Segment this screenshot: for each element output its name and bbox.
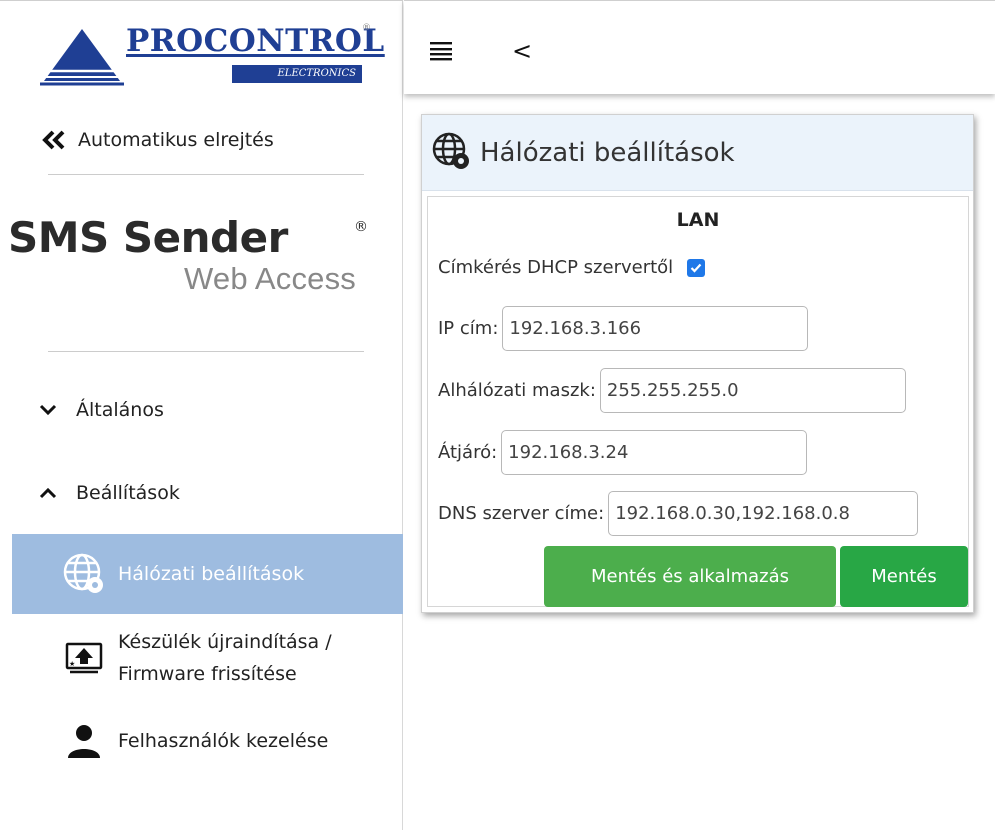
- sidebar-item-label: Hálózati beállítások: [118, 563, 305, 585]
- dns-row: DNS szerver címe:: [438, 491, 919, 536]
- card-title: Hálózati beállítások: [480, 137, 735, 168]
- nav-group-settings[interactable]: Beállítások: [36, 482, 180, 504]
- nav-group-label: Beállítások: [76, 482, 180, 504]
- sidebar-item-label: Készülék újraindítása /: [118, 631, 332, 653]
- lan-form: LAN Címkérés DHCP szervertől IP cím: Alh…: [427, 196, 969, 607]
- sidebar: PROCONTROL ® ELECTRONICS Automatikus elr…: [0, 0, 403, 830]
- save-button[interactable]: Mentés: [840, 546, 968, 607]
- sidebar-item-device-restart[interactable]: ★ Készülék újraindítása / Firmware friss…: [12, 625, 403, 691]
- network-settings-card: Hálózati beállítások LAN Címkérés DHCP s…: [421, 114, 974, 613]
- gateway-row: Átjáró:: [438, 430, 808, 475]
- sidebar-item-text: Készülék újraindítása / Firmware frissít…: [118, 626, 332, 690]
- product-title: SMS Sender: [8, 213, 288, 262]
- mask-label: Alhálózati maszk:: [438, 380, 596, 401]
- svg-text:★: ★: [69, 660, 75, 668]
- globe-gear-icon: [432, 132, 470, 174]
- section-title: LAN: [676, 209, 720, 231]
- ip-label: IP cím:: [438, 318, 499, 339]
- divider: [48, 174, 364, 175]
- user-icon: [60, 717, 108, 765]
- mask-row: Alhálózati maszk:: [438, 368, 906, 413]
- topbar: <: [404, 0, 995, 94]
- monitor-upload-icon: ★: [60, 634, 108, 682]
- chevron-left-icon[interactable]: <: [512, 37, 532, 65]
- sidebar-item-label: Firmware frissítése: [118, 663, 297, 685]
- gateway-input[interactable]: [501, 430, 808, 475]
- gateway-label: Átjáró:: [438, 442, 498, 463]
- nav-group-label: Általános: [76, 399, 164, 421]
- subnet-mask-input[interactable]: [599, 368, 906, 413]
- divider: [48, 351, 364, 352]
- ip-row: IP cím:: [438, 306, 809, 351]
- hamburger-icon[interactable]: [430, 41, 452, 65]
- card-header: Hálózati beállítások: [422, 115, 973, 191]
- globe-gear-icon: [60, 550, 108, 598]
- dhcp-label: Címkérés DHCP szervertől: [438, 257, 674, 278]
- nav-group-general[interactable]: Általános: [36, 399, 164, 421]
- brand-subtitle: ELECTRONICS: [232, 65, 362, 83]
- sidebar-item-user-management[interactable]: Felhasználók kezelése: [12, 714, 403, 768]
- sms-sender-logo: SMS Sender ® Web Access: [8, 213, 398, 303]
- autohide-label: Automatikus elrejtés: [78, 129, 274, 151]
- product-registered-mark: ®: [354, 219, 368, 235]
- logo-triangle-icon: [40, 29, 124, 86]
- procontrol-logo: PROCONTROL ® ELECTRONICS: [40, 23, 384, 93]
- autohide-toggle[interactable]: Automatikus elrejtés: [42, 129, 274, 151]
- product-subtitle: Web Access: [184, 261, 357, 296]
- chevron-down-icon: [36, 404, 60, 416]
- save-and-apply-button[interactable]: Mentés és alkalmazás: [544, 546, 836, 607]
- chevron-up-icon: [36, 487, 60, 499]
- sidebar-item-network-settings[interactable]: Hálózati beállítások: [12, 534, 403, 614]
- dns-label: DNS szerver címe:: [438, 503, 605, 524]
- sidebar-item-label: Felhasználók kezelése: [118, 730, 329, 752]
- dhcp-checkbox[interactable]: [687, 258, 706, 277]
- ip-address-input[interactable]: [502, 306, 809, 351]
- double-chevron-left-icon: [42, 130, 65, 150]
- checkmark-icon: [690, 263, 702, 273]
- dhcp-row: Címkérés DHCP szervertől: [438, 257, 706, 278]
- brand-name: PROCONTROL: [126, 23, 385, 59]
- brand-registered-mark: ®: [362, 23, 371, 33]
- dns-server-input[interactable]: [608, 491, 919, 536]
